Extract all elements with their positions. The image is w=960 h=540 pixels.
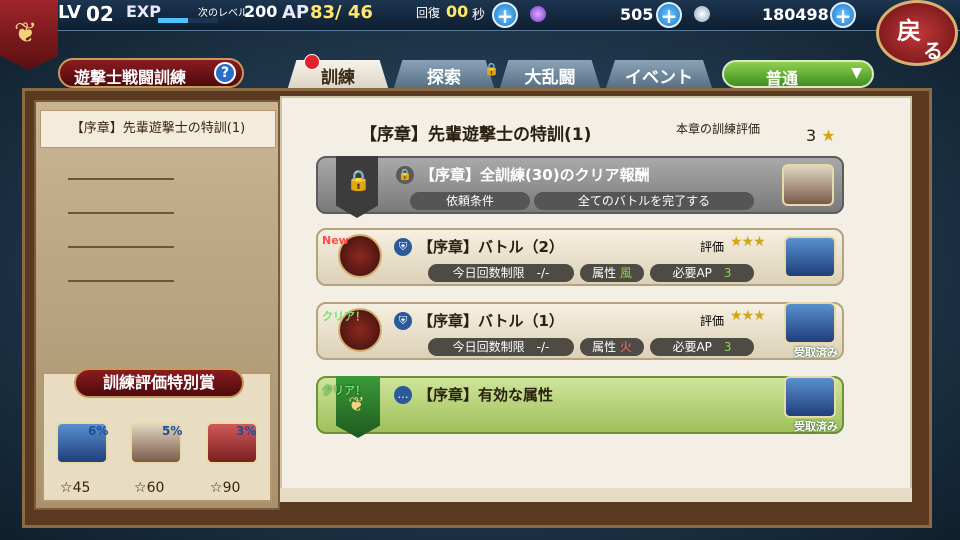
clear-badge: クリア！ xyxy=(322,384,366,397)
reward-title: 訓練評価特別賞 xyxy=(74,368,244,398)
gem-plus-button[interactable]: + xyxy=(656,2,682,28)
clear-badge: クリア！ xyxy=(322,310,366,323)
mission-row-battle-2[interactable]: New ⛨ 【序章】バトル（2） 評価 ★★★ 今日回数制限 -/- 属性 風 … xyxy=(316,228,844,286)
condition-label: 依頼条件 xyxy=(410,192,530,210)
notification-dot-icon xyxy=(304,54,320,70)
level-label: LV xyxy=(58,2,81,23)
eval-label: 評価 xyxy=(700,240,725,254)
chapter-eval-value: 3 ★ xyxy=(806,126,836,145)
reward-chest-icon xyxy=(784,236,836,278)
coin-count: 180498 xyxy=(762,5,829,24)
empty-slot-line xyxy=(68,178,174,180)
reward-chest-open-icon xyxy=(784,376,836,418)
daily-limit: 今日回数制限 -/- xyxy=(428,264,574,282)
gem-icon xyxy=(530,6,546,22)
gem-count: 505 xyxy=(620,5,654,24)
recover-unit: 秒 xyxy=(472,8,486,23)
help-button[interactable]: ? xyxy=(214,62,236,84)
recover-label: 回復 xyxy=(416,6,441,20)
coin-icon xyxy=(694,6,710,22)
level-value: 02 xyxy=(86,2,114,26)
chat-icon: … xyxy=(394,386,412,404)
lock-icon: 🔒 xyxy=(484,62,499,76)
recover-value: 00 xyxy=(446,2,469,21)
received-label: 受取済み xyxy=(794,420,838,433)
guild-emblem-icon: ❦ xyxy=(0,0,58,70)
chevron-down-icon: ▼ xyxy=(851,65,862,81)
lock-icon: 🔒 xyxy=(396,166,414,184)
required-ap: 必要AP 3 xyxy=(650,338,754,356)
reward-stars-3: ☆90 xyxy=(210,480,241,496)
rating-stars-icon: ★★★ xyxy=(730,308,766,324)
mission-title: 【序章】全訓練(30)のクリア報酬 xyxy=(420,166,650,184)
page-title: 遊撃士戦闘訓練 xyxy=(74,68,187,87)
reward-stars-2: ☆60 xyxy=(134,480,165,496)
back-label-1: 戻 xyxy=(897,17,921,45)
exp-bar-fill xyxy=(158,18,188,23)
mission-title: 【序章】有効な属性 xyxy=(418,386,554,404)
shield-icon: ⛨ xyxy=(394,238,412,256)
content-footer xyxy=(280,488,912,502)
reward-pct-2: 5% xyxy=(162,424,183,438)
reward-stars-1: ☆45 xyxy=(60,480,91,496)
mission-title: 【序章】バトル（2） xyxy=(418,238,564,256)
chapter-eval-label: 本章の訓練評価 xyxy=(676,122,761,136)
back-label-2: る xyxy=(923,39,943,63)
reward-pct-3: 3% xyxy=(236,424,257,438)
empty-slot-line xyxy=(68,212,174,214)
next-level-value: 200 xyxy=(244,2,278,21)
mission-row-battle-1[interactable]: クリア！ ⛨ 【序章】バトル（1） 評価 ★★★ 今日回数制限 -/- 属性 火… xyxy=(316,302,844,360)
star-icon: ★ xyxy=(821,126,836,145)
reward-chest-open-icon xyxy=(784,302,836,344)
ap-label: AP xyxy=(282,2,310,23)
ap-value: 83/ 46 xyxy=(310,2,373,23)
ap-plus-button[interactable]: + xyxy=(492,2,518,28)
mission-row-locked[interactable]: 🔒 🔒 【序章】全訓練(30)のクリア報酬 依頼条件 全てのバトルを完了する xyxy=(316,156,844,218)
lock-badge-icon: 🔒 xyxy=(336,156,378,218)
difficulty-label: 普通 xyxy=(766,69,799,88)
back-button[interactable]: 戻 る xyxy=(876,0,958,66)
eval-label: 評価 xyxy=(700,314,725,328)
reward-pct-1: 6% xyxy=(88,424,109,438)
condition-value: 全てのバトルを完了する xyxy=(534,192,754,210)
received-label: 受取済み xyxy=(794,346,838,359)
exp-label: EXP xyxy=(126,2,161,21)
next-level-label: 次のレベル xyxy=(198,8,248,19)
mission-row-attribute-tutorial[interactable]: ❦ クリア！ … 【序章】有効な属性 受取済み xyxy=(316,376,844,438)
shield-icon: ⛨ xyxy=(394,312,412,330)
reward-chest-icon xyxy=(782,164,834,206)
difficulty-dropdown[interactable]: 普通 ▼ xyxy=(722,60,874,88)
new-badge: New xyxy=(322,234,349,247)
mission-title: 【序章】バトル（1） xyxy=(418,312,564,330)
coin-plus-button[interactable]: + xyxy=(830,2,856,28)
empty-slot-line xyxy=(68,246,174,248)
attribute: 属性 火 xyxy=(580,338,644,356)
attribute: 属性 風 xyxy=(580,264,644,282)
status-bar: LV 02 EXP 次のレベル 200 AP 83/ 46 回復 00 秒 + … xyxy=(0,0,960,31)
daily-limit: 今日回数制限 -/- xyxy=(428,338,574,356)
empty-slot-line xyxy=(68,280,174,282)
chapter-title: 【序章】先輩遊撃士の特訓(1) xyxy=(360,125,592,145)
rating-stars-icon: ★★★ xyxy=(730,234,766,250)
chapter-list-item[interactable]: 【序章】先輩遊撃士の特訓(1) xyxy=(40,110,276,148)
required-ap: 必要AP 3 xyxy=(650,264,754,282)
